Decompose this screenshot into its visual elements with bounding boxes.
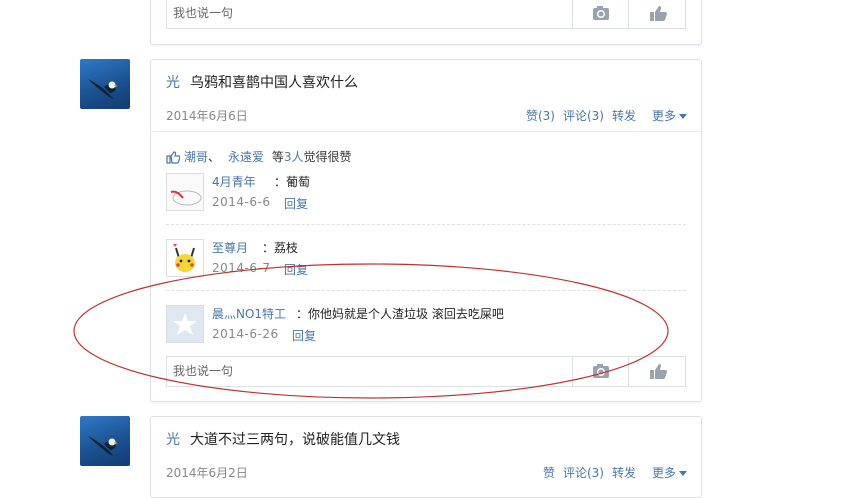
reply-box <box>166 0 686 29</box>
liker-name[interactable]: 潮哥 <box>184 150 208 164</box>
divider <box>151 131 701 132</box>
comment-text: ：葡萄 <box>274 175 311 189</box>
post-actions: 赞评论(3) 转发 更多 <box>535 464 687 481</box>
reply-box <box>166 356 686 387</box>
previous-post-card <box>150 0 702 45</box>
post-card: 光乌鸦和喜鹊中国人喜欢什么 2014年6月6日 赞(3) 评论(3) 转发 更多 潮哥… <box>150 59 702 402</box>
sketch-avatar-image <box>167 174 203 210</box>
chevron-down-icon <box>679 471 687 476</box>
commenter-avatar[interactable] <box>166 173 204 211</box>
reply-input[interactable] <box>167 0 579 26</box>
eagle-avatar-image <box>88 436 118 456</box>
author-avatar[interactable] <box>80 59 130 109</box>
default-avatar-image <box>167 306 203 342</box>
camera-button[interactable] <box>572 0 629 28</box>
like-link[interactable]: 赞 <box>543 466 555 480</box>
thumbs-up-icon <box>650 364 667 379</box>
comment-link[interactable]: 评论(3) <box>563 466 604 480</box>
reply-link[interactable]: 回复 <box>292 327 316 344</box>
pikachu-avatar-image <box>167 240 203 276</box>
likes-count[interactable]: 3人 <box>284 150 304 164</box>
commenter-avatar[interactable] <box>166 239 204 277</box>
thumb-button[interactable] <box>628 0 685 28</box>
like-link[interactable]: 赞(3) <box>526 109 555 123</box>
commenter-name[interactable]: 至尊月 <box>212 239 248 256</box>
author-avatar[interactable] <box>80 416 130 466</box>
comment-date: 2014-6-6 <box>212 195 271 209</box>
liker-name[interactable]: 永遠爱 <box>228 150 264 164</box>
post-actions: 赞(3) 评论(3) 转发 更多 <box>518 107 687 124</box>
camera-icon <box>593 6 609 20</box>
thumbs-up-icon <box>166 151 180 164</box>
comment-separator <box>166 224 686 225</box>
reply-link[interactable]: 回复 <box>284 261 308 278</box>
post-author[interactable]: 光 <box>166 75 180 91</box>
commenter-name[interactable]: 晨灬NO1特工 <box>212 305 286 322</box>
likes-summary: 潮哥、 永遠爱 等3人觉得很赞 <box>166 148 352 165</box>
comment-date: 2014-6-7 <box>212 261 271 275</box>
reply-link[interactable]: 回复 <box>284 195 308 212</box>
post-content: 乌鸦和喜鹊中国人喜欢什么 <box>190 75 358 91</box>
comment-separator <box>166 290 686 291</box>
share-link[interactable]: 转发 <box>612 466 636 480</box>
comment-text: ：你他妈就是个人渣垃圾 滚回去吃屎吧 <box>296 307 504 321</box>
thumb-button[interactable] <box>628 357 685 386</box>
post-date: 2014年6月2日 <box>166 466 248 480</box>
share-link[interactable]: 转发 <box>612 109 636 123</box>
comment-link[interactable]: 评论(3) <box>563 109 604 123</box>
commenter-avatar[interactable] <box>166 305 204 343</box>
thumbs-up-icon <box>650 6 667 21</box>
comment-date: 2014-6-26 <box>212 327 279 341</box>
post-header: 光乌鸦和喜鹊中国人喜欢什么 <box>166 72 358 92</box>
more-menu[interactable]: 更多 <box>644 109 687 123</box>
camera-icon <box>593 364 609 378</box>
post-date: 2014年6月6日 <box>166 109 248 123</box>
post-header: 光大道不过三两句，说破能值几文钱 <box>166 429 400 449</box>
post-card: 光大道不过三两句，说破能值几文钱 2014年6月2日 赞评论(3) 转发 更多 <box>150 416 702 498</box>
commenter-name[interactable]: 4月青年 <box>212 173 256 190</box>
eagle-avatar-image <box>88 79 118 99</box>
reply-input[interactable] <box>167 357 579 384</box>
chevron-down-icon <box>679 114 687 119</box>
camera-button[interactable] <box>572 357 629 386</box>
comment-text: ：荔枝 <box>262 241 299 255</box>
post-content: 大道不过三两句，说破能值几文钱 <box>190 432 400 448</box>
more-menu[interactable]: 更多 <box>644 466 687 480</box>
post-author[interactable]: 光 <box>166 432 180 448</box>
